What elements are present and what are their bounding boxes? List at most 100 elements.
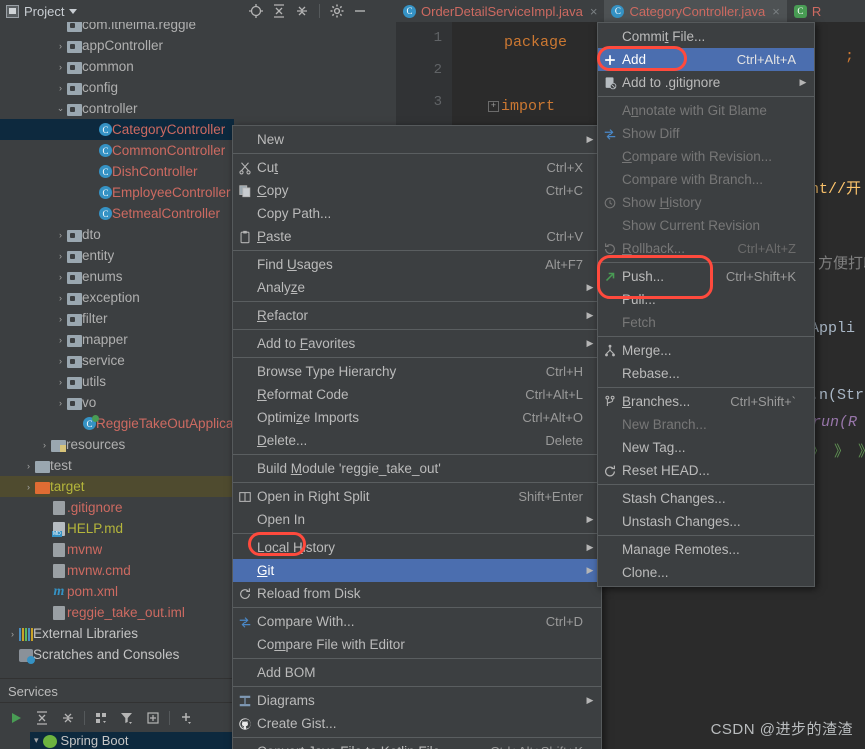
chevron-right-icon[interactable]: › [54,377,67,387]
chevron-right-icon[interactable]: › [54,335,67,345]
menu-item-annotate-with-git-blame[interactable]: Annotate with Git Blame [598,99,814,122]
menu-item-reformat-code[interactable]: Reformat Code Ctrl+Alt+L [233,383,601,406]
menu-item-open-in[interactable]: Open In ▶ [233,508,601,531]
menu-item-add-to-gitignore[interactable]: Add to .gitignore ▶ [598,71,814,94]
menu-item-stash-changes[interactable]: Stash Changes... [598,487,814,510]
menu-item-open-in-right-split[interactable]: Open in Right Split Shift+Enter [233,485,601,508]
menu-item-add-bom[interactable]: Add BOM [233,661,601,684]
editor-tab-categorycontroller[interactable]: C CategoryController.java × [604,0,787,24]
chevron-right-icon[interactable]: › [54,314,67,324]
collapse-all-icon[interactable] [58,708,78,728]
tree-item-resources[interactable]: › resources [0,434,234,455]
menu-item-refactor[interactable]: Refactor ▶ [233,304,601,327]
menu-item-git[interactable]: Git ▶ [233,559,601,582]
add-tab-icon[interactable] [143,708,163,728]
menu-item-analyze[interactable]: Analyze ▶ [233,276,601,299]
tree-item--gitignore[interactable]: .gitignore [0,497,234,518]
chevron-right-icon[interactable]: › [54,293,67,303]
chevron-down-icon[interactable] [69,8,78,14]
group-icon[interactable] [91,708,111,728]
menu-item-new-tag[interactable]: New Tag... [598,436,814,459]
tree-item-entity[interactable]: › entity [0,245,234,266]
menu-item-add[interactable]: Add Ctrl+Alt+A [598,48,814,71]
menu-item-rebase[interactable]: Rebase... [598,362,814,385]
tree-item-dto[interactable]: › dto [0,224,234,245]
expand-all-icon[interactable] [32,708,52,728]
tree-item-utils[interactable]: › utils [0,371,234,392]
fold-plus-icon[interactable]: + [488,100,499,112]
tree-item-setmealcontroller[interactable]: C SetmealController [0,203,234,224]
services-tool-window-header[interactable]: Services [0,678,242,703]
menu-item-compare-with-branch[interactable]: Compare with Branch... [598,168,814,191]
tree-item-pom-xml[interactable]: m pom.xml [0,581,234,602]
menu-item-merge[interactable]: Merge... [598,339,814,362]
chevron-right-icon[interactable]: › [22,482,35,492]
menu-item-show-current-revision[interactable]: Show Current Revision [598,214,814,237]
menu-item-compare-with-revision[interactable]: Compare with Revision... [598,145,814,168]
tree-item-test[interactable]: › test [0,455,234,476]
menu-item-compare-file-with-editor[interactable]: Compare File with Editor [233,633,601,656]
tree-item-enums[interactable]: › enums [0,266,234,287]
menu-item-local-history[interactable]: Local History ▶ [233,536,601,559]
chevron-right-icon[interactable]: › [38,440,51,450]
chevron-right-icon[interactable]: › [54,41,67,51]
menu-item-optimize-imports[interactable]: Optimize Imports Ctrl+Alt+O [233,406,601,429]
menu-item-pull[interactable]: Pull... [598,288,814,311]
chevron-right-icon[interactable]: › [22,461,35,471]
gear-icon[interactable] [327,1,347,21]
menu-item-create-gist[interactable]: Create Gist... [233,712,601,735]
tree-item-vo[interactable]: › vo [0,392,234,413]
chevron-right-icon[interactable]: › [54,272,67,282]
services-tree-row-spring-boot[interactable]: ▾ Spring Boot [0,732,234,749]
tree-item-com-itheima-reggie[interactable]: com.itheima.reggie [0,22,234,35]
collapse-all-icon[interactable] [292,1,312,21]
tree-item-config[interactable]: › config [0,77,234,98]
tree-item-common[interactable]: › common [0,56,234,77]
tree-item-reggie-take-out-iml[interactable]: reggie_take_out.iml [0,602,234,623]
tree-item-controller[interactable]: ⌄ controller [0,98,234,119]
tree-item-employeecontroller[interactable]: C EmployeeController [0,182,234,203]
chevron-down-icon[interactable]: ▾ [34,735,39,746]
menu-item-unstash-changes[interactable]: Unstash Changes... [598,510,814,533]
filter-icon[interactable] [117,708,137,728]
tree-item-categorycontroller[interactable]: C CategoryController [0,119,234,140]
menu-item-new-branch[interactable]: New Branch... [598,413,814,436]
menu-item-reload-from-disk[interactable]: Reload from Disk [233,582,601,605]
tree-item-commoncontroller[interactable]: C CommonController [0,140,234,161]
chevron-right-icon[interactable]: › [54,230,67,240]
menu-item-new[interactable]: New ▶ [233,128,601,151]
plus-icon[interactable] [176,708,196,728]
menu-item-fetch[interactable]: Fetch [598,311,814,334]
menu-item-commit-file[interactable]: Commit File... [598,25,814,48]
project-tool-window-header[interactable]: Project [0,0,156,22]
menu-item-show-history[interactable]: Show History [598,191,814,214]
tree-item-mvnw[interactable]: mvnw [0,539,234,560]
menu-item-build-module-reggie-take-out[interactable]: Build Module 'reggie_take_out' [233,457,601,480]
project-tree[interactable]: com.itheima.reggie › appController › common ›… [0,22,234,678]
menu-item-paste[interactable]: Paste Ctrl+V [233,225,601,248]
editor-tab-reggietakeoutapplication[interactable]: C R [787,0,828,22]
menu-item-delete[interactable]: Delete... Delete [233,429,601,452]
tree-item-scratches-and-consoles[interactable]: Scratches and Consoles [0,644,234,665]
menu-item-convert-java-file-to-kotlin-file[interactable]: Convert Java File to Kotlin FileCtrl+Alt… [233,740,601,749]
menu-item-branches[interactable]: Branches... Ctrl+Shift+` [598,390,814,413]
tree-item-external-libraries[interactable]: › External Libraries [0,623,234,644]
tree-item-target[interactable]: › target [0,476,234,497]
close-icon[interactable]: × [590,4,598,19]
chevron-right-icon[interactable]: › [54,398,67,408]
tree-item-appcontroller[interactable]: › appController [0,35,234,56]
menu-item-push[interactable]: Push... Ctrl+Shift+K [598,265,814,288]
tree-item-help-md[interactable]: HELP.md [0,518,234,539]
run-icon[interactable] [6,708,26,728]
tree-item-service[interactable]: › service [0,350,234,371]
chevron-right-icon[interactable]: › [6,629,19,639]
minimize-icon[interactable] [350,1,370,21]
tree-item-exception[interactable]: › exception [0,287,234,308]
tree-item-mapper[interactable]: › mapper [0,329,234,350]
chevron-right-icon[interactable]: › [54,251,67,261]
locate-icon[interactable] [246,1,266,21]
git-submenu[interactable]: Commit File... Add Ctrl+Alt+A Add to .gitig… [597,22,815,587]
chevron-down-icon[interactable]: ⌄ [54,103,67,114]
project-file-context-menu[interactable]: New ▶ Cut Ctrl+X Copy Ctrl+C Copy Path... Paste… [232,125,602,749]
menu-item-show-diff[interactable]: Show Diff [598,122,814,145]
